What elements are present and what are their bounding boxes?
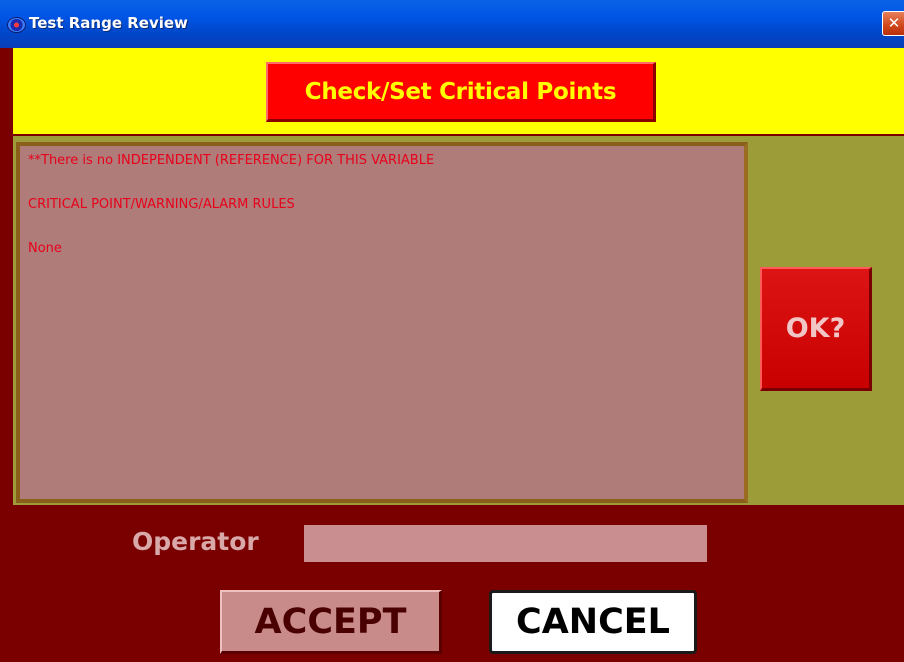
info-line-reference: **There is no INDEPENDENT (REFERENCE) FO… xyxy=(28,153,435,168)
accept-button[interactable]: ACCEPT xyxy=(220,590,442,654)
window-title: Test Range Review xyxy=(29,14,188,32)
check-set-critical-points-button[interactable]: Check/Set Critical Points xyxy=(266,62,656,122)
app-globe-icon xyxy=(7,17,26,33)
info-line-rules-value: None xyxy=(28,241,62,256)
ok-button[interactable]: OK? xyxy=(760,267,872,391)
info-text-box: **There is no INDEPENDENT (REFERENCE) FO… xyxy=(16,142,748,503)
operator-input[interactable] xyxy=(304,525,707,562)
title-bar: Test Range Review ✕ xyxy=(0,0,904,48)
info-line-rules-heading: CRITICAL POINT/WARNING/ALARM RULES xyxy=(28,197,295,212)
close-button[interactable]: ✕ xyxy=(882,11,904,36)
close-icon: ✕ xyxy=(887,14,901,32)
operator-label: Operator xyxy=(132,527,259,556)
cancel-button[interactable]: CANCEL xyxy=(489,590,697,654)
